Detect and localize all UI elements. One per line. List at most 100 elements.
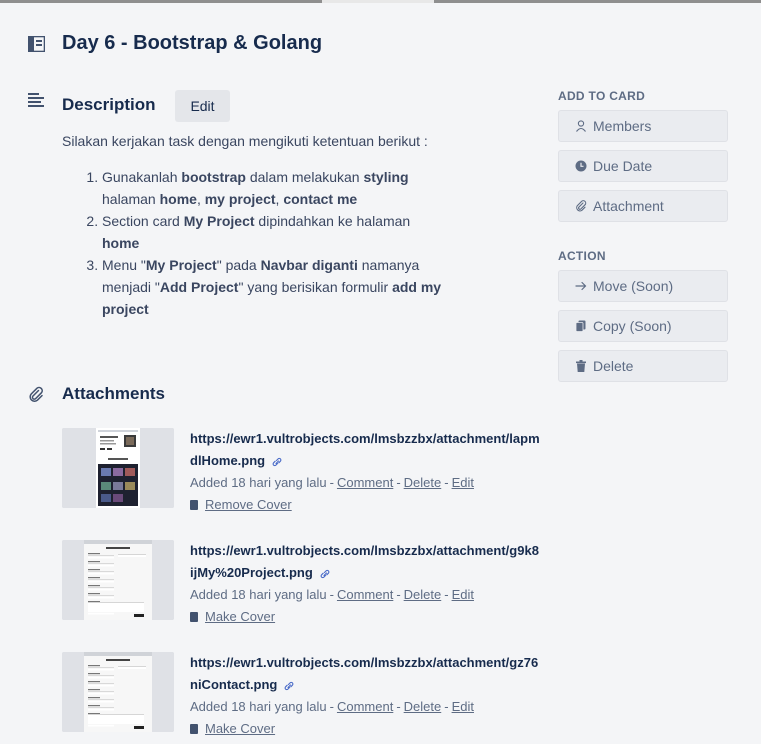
requirement-item: Menu "My Project" pada Navbar diganti na… (102, 254, 442, 320)
person-icon (576, 120, 586, 132)
description-icon (28, 93, 44, 107)
separator: - (329, 587, 334, 602)
requirement-text: " pada (216, 257, 261, 273)
sidebar-due-date-button[interactable]: Due Date (558, 150, 728, 182)
cover-icon (190, 500, 198, 510)
attachments-heading: Attachments (62, 384, 165, 403)
sidebar-button-label: Copy (Soon) (593, 318, 672, 334)
cover-toggle-link[interactable]: Make Cover (205, 609, 275, 624)
attachment-thumbnail[interactable] (62, 652, 174, 732)
requirement-item: Gunakanlah bootstrap dalam melakukan sty… (102, 166, 442, 210)
trash-icon (576, 360, 586, 372)
separator: - (444, 587, 449, 602)
action-copy-soon-button[interactable]: Copy (Soon) (558, 310, 728, 342)
sidebar-members-button[interactable]: Members (558, 110, 728, 142)
edit-link[interactable]: Edit (452, 475, 474, 490)
add-to-card-heading: ADD TO CARD (558, 89, 646, 103)
attachment-url[interactable]: https://ewr1.vultrobjects.com/lmsbzzbx/a… (190, 652, 542, 696)
attachment-info: https://ewr1.vultrobjects.com/lmsbzzbx/a… (190, 428, 542, 516)
requirement-text: dipindahkan ke halaman (254, 213, 411, 229)
cover-row: Make Cover (190, 606, 542, 628)
clock-icon (575, 160, 587, 172)
edit-link[interactable]: Edit (452, 699, 474, 714)
attachment-item: https://ewr1.vultrobjects.com/lmsbzzbx/a… (62, 540, 542, 624)
active-tab-indicator (322, 0, 434, 3)
requirement-text: Menu " (102, 257, 146, 273)
requirement-item: Section card My Project dipindahkan ke h… (102, 210, 442, 254)
requirement-text: My Project (145, 257, 217, 273)
description-body: Silakan kerjakan task dengan mengikuti k… (62, 130, 442, 320)
requirement-text: contact me (283, 191, 358, 207)
attachment-url-text[interactable]: https://ewr1.vultrobjects.com/lmsbzzbx/a… (190, 543, 539, 580)
separator: - (396, 587, 401, 602)
cover-toggle-link[interactable]: Remove Cover (205, 497, 292, 512)
cover-row: Make Cover (190, 718, 542, 740)
cover-icon (190, 724, 198, 734)
sidebar-button-label: Move (Soon) (593, 278, 674, 294)
delete-link[interactable]: Delete (404, 475, 442, 490)
paperclip-icon (576, 200, 587, 212)
card-icon (28, 36, 45, 52)
copy-icon (575, 320, 586, 332)
attachment-url-text[interactable]: https://ewr1.vultrobjects.com/lmsbzzbx/a… (190, 431, 540, 468)
delete-link[interactable]: Delete (404, 587, 442, 602)
requirement-text: styling (363, 169, 409, 185)
cover-toggle-link[interactable]: Make Cover (205, 721, 275, 736)
comment-link[interactable]: Comment (337, 699, 393, 714)
paperclip-icon (29, 386, 43, 402)
action-move-soon-button[interactable]: Move (Soon) (558, 270, 728, 302)
delete-link[interactable]: Delete (404, 699, 442, 714)
sidebar-attachment-button[interactable]: Attachment (558, 190, 728, 222)
requirement-text: " yang berisikan formulir (238, 279, 393, 295)
attachment-url[interactable]: https://ewr1.vultrobjects.com/lmsbzzbx/a… (190, 540, 542, 584)
sidebar-button-label: Members (593, 118, 652, 134)
attachment-url-text[interactable]: https://ewr1.vultrobjects.com/lmsbzzbx/a… (190, 655, 538, 692)
action-heading: ACTION (558, 249, 606, 263)
requirement-text: halaman (102, 191, 160, 207)
description-heading: Description (62, 95, 156, 114)
attachment-meta: Added 18 hari yang lalu - Comment - Delete - E… (190, 584, 542, 606)
separator: - (396, 475, 401, 490)
link-icon[interactable] (283, 681, 295, 691)
cover-icon (190, 612, 198, 622)
action-delete-button[interactable]: Delete (558, 350, 728, 382)
link-icon[interactable] (271, 457, 283, 467)
comment-link[interactable]: Comment (337, 475, 393, 490)
comment-link[interactable]: Comment (337, 587, 393, 602)
sidebar-button-label: Delete (593, 358, 634, 374)
edit-description-button[interactable]: Edit (175, 90, 230, 122)
link-icon[interactable] (319, 569, 331, 579)
attachment-added-time: Added 18 hari yang lalu (190, 475, 327, 490)
attachment-thumbnail[interactable] (62, 540, 174, 620)
attachment-item: https://ewr1.vultrobjects.com/lmsbzzbx/a… (62, 652, 542, 736)
requirement-text: Navbar diganti (260, 257, 358, 273)
attachment-added-time: Added 18 hari yang lalu (190, 699, 327, 714)
requirement-text: , (196, 191, 205, 207)
attachment-item: https://ewr1.vultrobjects.com/lmsbzzbx/a… (62, 428, 542, 512)
attachment-url[interactable]: https://ewr1.vultrobjects.com/lmsbzzbx/a… (190, 428, 542, 472)
attachment-thumbnail[interactable] (62, 428, 174, 508)
card-title: Day 6 - Bootstrap & Golang (62, 32, 323, 54)
sidebar-button-label: Attachment (593, 198, 664, 214)
separator: - (329, 475, 334, 490)
attachment-meta: Added 18 hari yang lalu - Comment - Delete - E… (190, 472, 542, 494)
requirements-list: Gunakanlah bootstrap dalam melakukan sty… (62, 166, 442, 320)
attachment-meta: Added 18 hari yang lalu - Comment - Delete - E… (190, 696, 542, 718)
arrow-right-icon (575, 281, 587, 291)
requirement-text: bootstrap (181, 169, 246, 185)
description-intro: Silakan kerjakan task dengan mengikuti k… (62, 133, 428, 149)
edit-link[interactable]: Edit (452, 587, 474, 602)
attachment-added-time: Added 18 hari yang lalu (190, 587, 327, 602)
separator: - (396, 699, 401, 714)
requirement-text: My Project (183, 213, 255, 229)
requirement-text: home (102, 235, 140, 251)
cover-row: Remove Cover (190, 494, 542, 516)
requirement-text: Add Project (159, 279, 239, 295)
requirement-text: Section card (102, 213, 184, 229)
separator: - (444, 475, 449, 490)
top-tab-bar (0, 0, 761, 3)
sidebar-button-label: Due Date (593, 158, 653, 174)
attachment-info: https://ewr1.vultrobjects.com/lmsbzzbx/a… (190, 652, 542, 740)
separator: - (444, 699, 449, 714)
requirement-text: home (159, 191, 197, 207)
